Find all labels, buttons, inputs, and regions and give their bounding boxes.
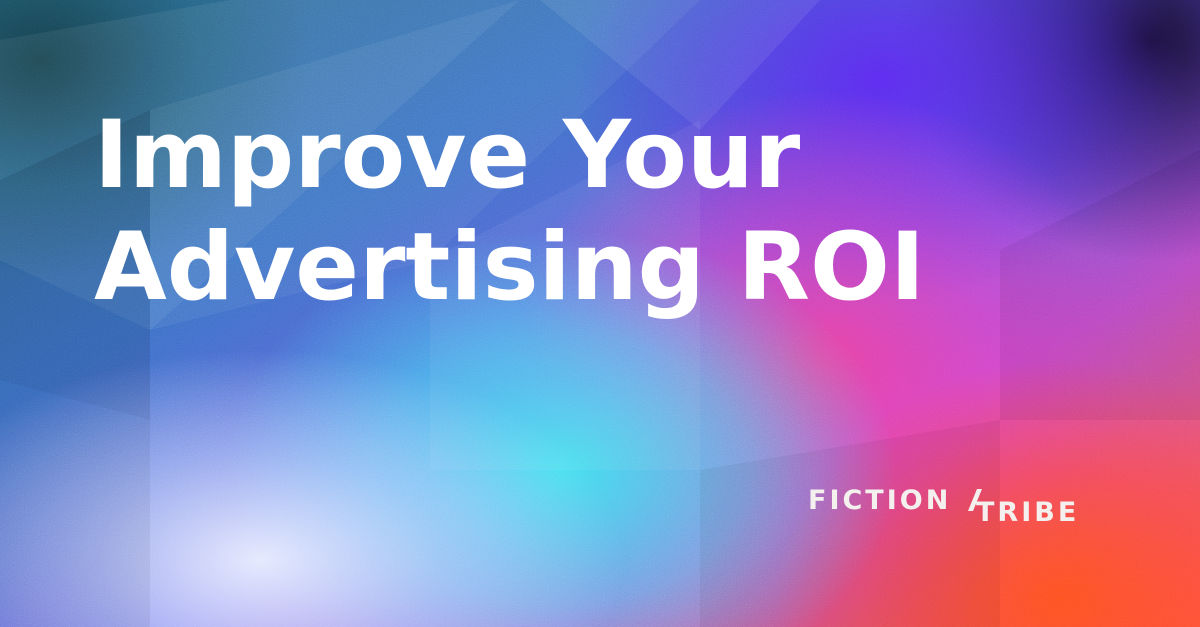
headline: Improve Your Advertising ROI [94,100,925,324]
logo-word-fiction: FICTION [808,485,952,516]
hero-banner: Improve Your Advertising ROI FICTION TRI… [0,0,1200,627]
logo-word-tribe: TRIBE [976,497,1080,528]
fiction-tribe-logo: FICTION TRIBE [808,485,1108,528]
headline-line-2: Advertising ROI [94,213,925,322]
headline-line-1: Improve Your [94,101,801,210]
